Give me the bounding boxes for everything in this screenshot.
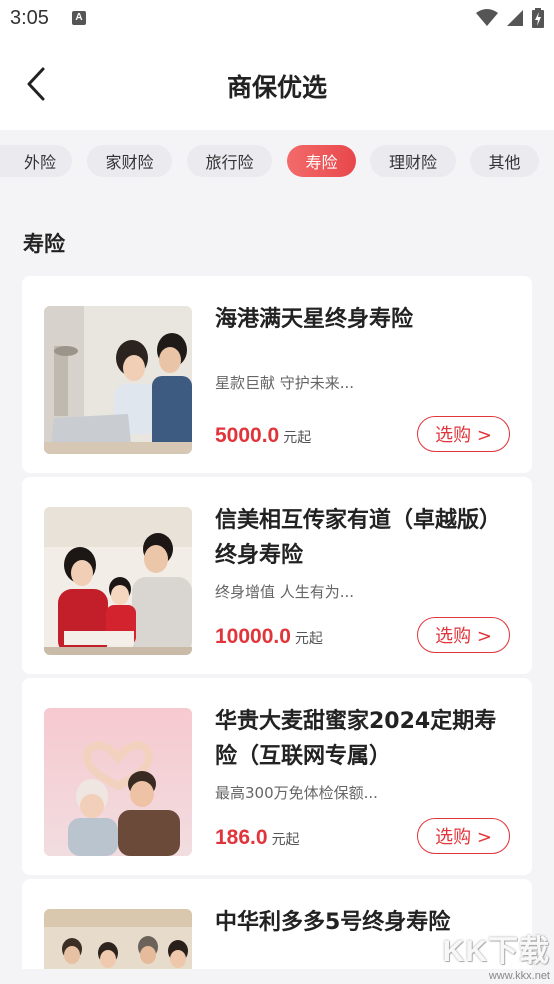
buy-button[interactable]: 选购 > bbox=[417, 617, 510, 653]
product-image bbox=[44, 306, 192, 454]
status-icons bbox=[476, 8, 544, 28]
watermark: KK下载 www.kkx.net bbox=[443, 926, 550, 982]
product-price: 186.0 bbox=[215, 826, 268, 849]
product-price-row: 10000.0 元起 bbox=[215, 625, 323, 649]
product-price: 10000.0 bbox=[215, 625, 291, 648]
product-title: 海港满天星终身寿险 bbox=[215, 307, 414, 332]
product-image bbox=[44, 909, 192, 969]
product-image bbox=[44, 708, 192, 856]
page-title: 商保优选 bbox=[226, 73, 327, 102]
watermark-url: www.kkx.net bbox=[488, 970, 550, 982]
battery-charging-icon bbox=[532, 8, 544, 28]
product-price-unit: 元起 bbox=[271, 832, 300, 848]
product-desc: 终身增值 人生有为... bbox=[215, 583, 355, 601]
status-bar: 3:05 A bbox=[0, 0, 554, 38]
buy-button[interactable]: 选购 > bbox=[417, 416, 510, 452]
text-a-notification-icon: A bbox=[72, 11, 86, 25]
tab-outbound-insurance[interactable]: 外险 bbox=[0, 145, 72, 177]
tab-travel-insurance[interactable]: 旅行险 bbox=[187, 145, 272, 177]
category-tabs: 外险 家财险 旅行险 寿险 理财险 其他 bbox=[0, 130, 554, 192]
header: 商保优选 bbox=[0, 38, 554, 130]
buy-button[interactable]: 选购 > bbox=[417, 818, 510, 854]
product-title: 信美相互传家有道（卓越版）终身寿险 bbox=[215, 508, 502, 568]
product-price-row: 5000.0 元起 bbox=[215, 424, 311, 448]
product-price-unit: 元起 bbox=[294, 631, 323, 647]
tab-wealth-insurance[interactable]: 理财险 bbox=[370, 145, 456, 177]
product-card[interactable]: 海港满天星终身寿险 星款巨献 守护未来... 5000.0 元起 选购 > bbox=[22, 276, 532, 473]
product-desc: 星款巨献 守护未来... bbox=[215, 374, 355, 392]
product-title: 华贵大麦甜蜜家2024定期寿险（互联网专属） bbox=[215, 709, 497, 769]
product-image bbox=[44, 507, 192, 655]
product-price-row: 186.0 元起 bbox=[215, 826, 300, 850]
section-title: 寿险 bbox=[23, 232, 65, 256]
product-price: 5000.0 bbox=[215, 424, 280, 447]
tab-other[interactable]: 其他 bbox=[470, 145, 539, 177]
product-card[interactable]: 华贵大麦甜蜜家2024定期寿险（互联网专属） 最高300万免体检保额... 18… bbox=[22, 678, 532, 875]
product-card[interactable]: 信美相互传家有道（卓越版）终身寿险 终身增值 人生有为... 10000.0 元… bbox=[22, 477, 532, 674]
product-desc: 最高300万免体检保额... bbox=[215, 784, 378, 802]
status-time: 3:05 bbox=[10, 7, 49, 29]
signal-icon bbox=[507, 10, 523, 26]
product-price-unit: 元起 bbox=[283, 430, 312, 446]
tab-home-property-insurance[interactable]: 家财险 bbox=[87, 145, 172, 177]
watermark-logo-text: KK下载 bbox=[442, 935, 550, 968]
tab-life-insurance[interactable]: 寿险 bbox=[287, 145, 356, 177]
wifi-icon bbox=[476, 9, 498, 26]
